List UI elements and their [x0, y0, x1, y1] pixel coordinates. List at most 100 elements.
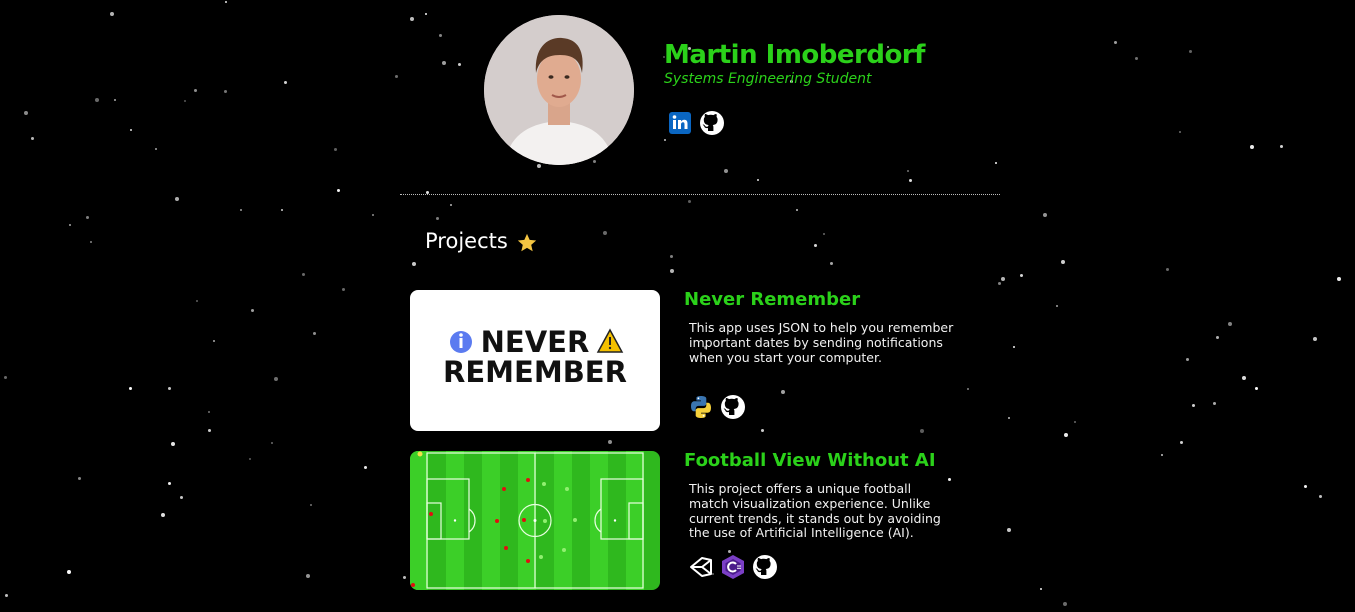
star-dot — [1001, 277, 1005, 281]
github-icon — [721, 395, 745, 419]
star-dot — [78, 477, 81, 480]
star-dot — [1040, 588, 1042, 590]
star-dot — [334, 148, 337, 151]
star-dot — [95, 98, 99, 102]
star-dot — [196, 300, 198, 302]
github-link[interactable] — [699, 110, 725, 136]
star-dot — [90, 241, 92, 243]
star-dot — [110, 12, 114, 16]
github-icon — [700, 111, 724, 135]
star-dot — [168, 482, 171, 485]
star-dot — [208, 411, 210, 413]
star-dot — [442, 61, 446, 65]
star-dot — [823, 233, 825, 235]
star-dot — [998, 282, 1001, 285]
star-dot — [1213, 402, 1216, 405]
star-dot — [1180, 441, 1183, 444]
github-link-never-remember[interactable] — [720, 394, 746, 420]
star-dot — [130, 129, 132, 131]
project-description-football-view: This project offers a unique football ma… — [689, 481, 941, 541]
star-dot — [1319, 495, 1322, 498]
star-dot — [688, 200, 691, 203]
star-dot — [757, 179, 759, 181]
star-dot — [1061, 260, 1065, 264]
project-image-football-view[interactable] — [410, 451, 660, 590]
star-dot — [781, 390, 785, 394]
star-dot — [436, 217, 439, 220]
star-dot — [1063, 602, 1067, 606]
github-icon — [753, 555, 777, 579]
star-dot — [410, 17, 414, 21]
star-dot — [313, 332, 316, 335]
star-dot — [284, 81, 287, 84]
star-dot — [1337, 277, 1341, 281]
profile-subtitle: Systems Engineering Student — [664, 71, 872, 87]
star-dot — [425, 13, 427, 15]
avatar — [484, 15, 634, 165]
star-dot — [458, 63, 461, 66]
star-dot — [302, 273, 305, 276]
star-dot — [995, 162, 997, 164]
star-dot — [814, 244, 817, 247]
star-dot — [909, 179, 912, 182]
star-dot — [4, 376, 7, 379]
star-dot — [208, 429, 211, 432]
star-dot — [372, 214, 374, 216]
star-dot — [537, 164, 541, 168]
star-dot — [67, 570, 71, 574]
star-dot — [271, 442, 273, 444]
linkedin-icon — [669, 112, 691, 134]
star-dot — [450, 204, 452, 206]
star-dot — [608, 440, 612, 444]
star-dot — [1216, 336, 1219, 339]
star-dot — [306, 574, 310, 578]
star-dot — [1255, 387, 1258, 390]
unity-icon — [688, 554, 714, 580]
star-dot — [1228, 322, 1232, 326]
star-dot — [1192, 404, 1195, 407]
star-dot — [1043, 213, 1047, 217]
star-dot — [761, 429, 764, 432]
project-title-never-remember[interactable]: Never Remember — [684, 289, 860, 310]
star-dot — [129, 387, 132, 390]
star-dot — [225, 1, 227, 3]
star-dot — [24, 111, 28, 115]
star-dot — [1250, 145, 1254, 149]
star-dot — [251, 309, 254, 312]
star-dot — [171, 442, 175, 446]
star-dot — [1304, 485, 1307, 488]
star-dot — [194, 89, 197, 92]
linkedin-link[interactable] — [667, 110, 693, 136]
star-dot — [1166, 268, 1169, 271]
star-dot — [907, 170, 909, 172]
star-dot — [1135, 57, 1138, 60]
github-link-football-view[interactable] — [752, 554, 778, 580]
star-dot — [670, 255, 673, 258]
csharp-icon — [720, 554, 746, 580]
star-dot — [1074, 421, 1076, 423]
image-text-remember: REMEMBER — [443, 355, 627, 389]
project-title-football-view[interactable]: Football View Without AI — [684, 450, 936, 471]
star-dot — [69, 224, 71, 226]
star-dot — [1013, 346, 1015, 348]
star-dot — [603, 231, 607, 235]
star-dot — [342, 288, 345, 291]
star-icon — [517, 233, 537, 252]
projects-title: Projects — [425, 229, 508, 253]
star-dot — [1189, 50, 1192, 53]
star-dot — [213, 340, 215, 342]
star-dot — [1242, 376, 1246, 380]
project-image-never-remember[interactable]: NEVER REMEMBER — [410, 290, 660, 431]
star-dot — [240, 209, 242, 211]
profile-name: Martin Imoberdorf — [664, 40, 925, 70]
star-dot — [395, 75, 398, 78]
star-dot — [114, 99, 116, 101]
star-dot — [728, 550, 731, 553]
starfield-background — [0, 0, 1355, 612]
star-dot — [796, 209, 798, 211]
star-dot — [224, 90, 227, 93]
star-dot — [310, 504, 312, 506]
star-dot — [724, 169, 728, 173]
star-dot — [175, 197, 179, 201]
section-divider — [400, 194, 1000, 195]
